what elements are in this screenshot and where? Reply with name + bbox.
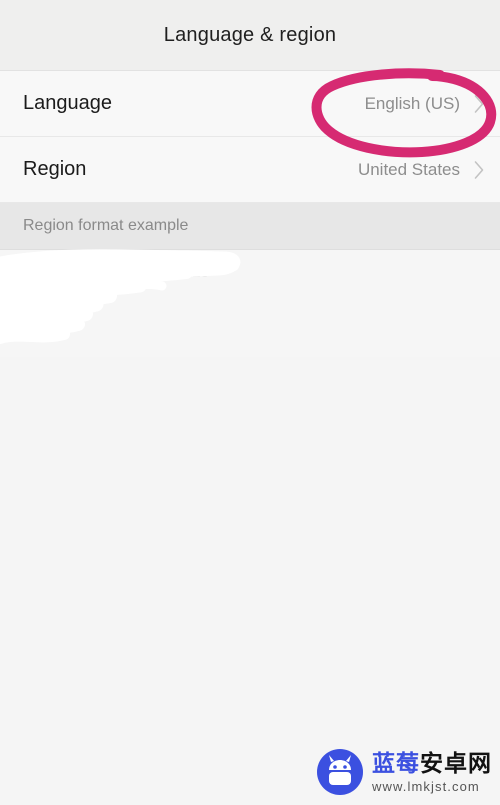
row-value-language: English (US) bbox=[364, 93, 460, 113]
page-header: Language & region bbox=[0, 0, 500, 71]
settings-row-region[interactable]: Region United States bbox=[0, 137, 500, 203]
example-line-date: Saturday, January 1, 2019 bbox=[23, 264, 210, 281]
watermark-name-dark: 安卓网 bbox=[420, 749, 492, 776]
settings-list: Language English (US) Region United Stat… bbox=[0, 71, 500, 357]
example-line-number: 1, 234.56 bbox=[23, 313, 86, 330]
phone-settings-screen: Language & region Language English (US) … bbox=[0, 0, 500, 805]
row-label-region: Region bbox=[23, 158, 87, 180]
example-line-time: 1:00 AM bbox=[23, 289, 79, 306]
row-label-language: Language bbox=[23, 92, 112, 114]
watermark-text: 蓝莓安卓网 www.lmkjst.com bbox=[372, 749, 492, 794]
row-value-region: United States bbox=[357, 159, 460, 179]
chevron-right-icon bbox=[474, 160, 484, 179]
page-title: Language & region bbox=[163, 23, 337, 46]
section-header-label: Region format example bbox=[23, 217, 189, 234]
region-format-example-block: Saturday, January 1, 2019 1:00 AM 1, 234… bbox=[0, 249, 500, 357]
site-watermark: 蓝莓安卓网 www.lmkjst.com bbox=[317, 749, 492, 795]
watermark-name-blue: 蓝莓 bbox=[372, 749, 420, 776]
section-header-region-format: Region format example bbox=[0, 203, 500, 250]
watermark-url: www.lmkjst.com bbox=[372, 778, 480, 794]
row-value-group-language: English (US) bbox=[365, 93, 486, 115]
row-value-group-region: United States bbox=[358, 159, 486, 181]
android-robot-icon bbox=[317, 749, 363, 795]
chevron-right-icon bbox=[474, 94, 484, 113]
settings-row-language[interactable]: Language English (US) bbox=[0, 71, 500, 137]
